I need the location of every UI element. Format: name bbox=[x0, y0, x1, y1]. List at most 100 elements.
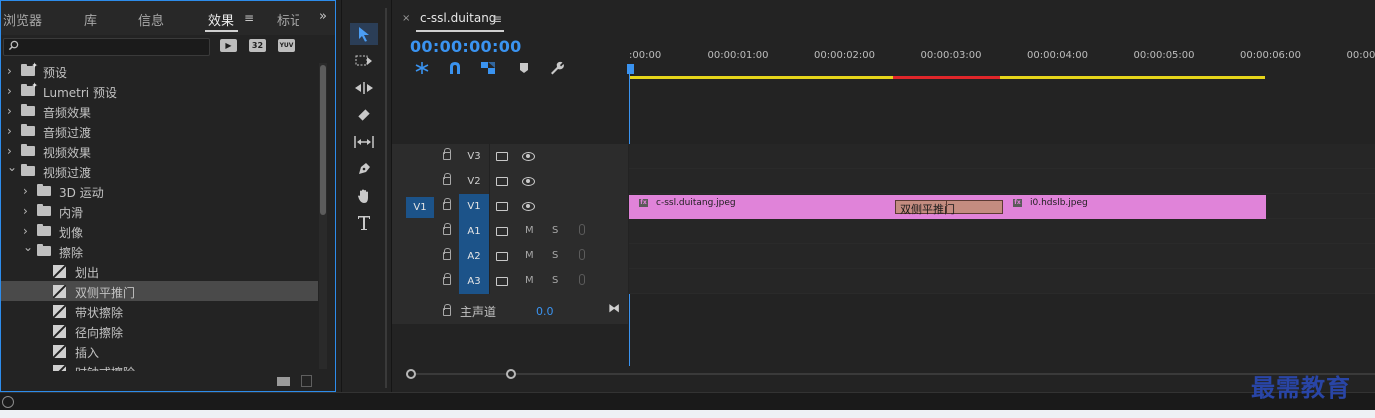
solo-button[interactable]: S bbox=[552, 250, 558, 261]
master-volume-value[interactable]: 0.0 bbox=[536, 305, 554, 318]
tree-item[interactable]: › ✦ 预设 bbox=[1, 61, 318, 81]
tree-item[interactable]: 带状擦除 bbox=[1, 301, 318, 321]
playhead-timecode[interactable]: 00:00:00:00 bbox=[410, 37, 522, 56]
sync-lock-icon[interactable] bbox=[496, 202, 508, 211]
sync-lock-icon[interactable] bbox=[496, 177, 508, 186]
track-target-v2[interactable]: V2 bbox=[459, 169, 489, 194]
tree-item[interactable]: 划出 bbox=[1, 261, 318, 281]
sequence-menu-icon[interactable]: ≡ bbox=[492, 12, 502, 26]
chevron-right-icon[interactable]: › bbox=[7, 64, 12, 78]
sync-lock-icon[interactable] bbox=[496, 252, 508, 261]
track-target-a2[interactable]: A2 bbox=[459, 244, 489, 269]
sync-lock-icon[interactable] bbox=[496, 152, 508, 161]
chevron-right-icon[interactable]: › bbox=[7, 144, 12, 158]
tree-item[interactable]: 插入 bbox=[1, 341, 318, 361]
go-to-end-icon[interactable]: ⧓ bbox=[608, 301, 620, 315]
nest-sequence-icon[interactable] bbox=[414, 61, 430, 75]
tree-item[interactable]: ⌄ 擦除 bbox=[1, 240, 318, 261]
tree-item[interactable]: 时钟式擦除 bbox=[1, 361, 318, 371]
razor-tool[interactable] bbox=[350, 104, 378, 126]
track-lane-a1[interactable] bbox=[629, 219, 1375, 244]
timeline-zoom-scrollbar[interactable] bbox=[406, 369, 1375, 379]
tools-scrollbar[interactable] bbox=[385, 8, 387, 388]
lock-icon[interactable] bbox=[443, 273, 451, 285]
track-target-a3[interactable]: A3 bbox=[459, 269, 489, 294]
lock-icon[interactable] bbox=[443, 148, 451, 160]
tab-browser[interactable]: 浏览器 bbox=[3, 10, 42, 29]
master-lock-icon[interactable] bbox=[443, 304, 451, 316]
add-marker-icon[interactable] bbox=[516, 61, 532, 75]
effects-search-input[interactable] bbox=[3, 38, 210, 56]
tab-markers[interactable]: 标记 bbox=[277, 10, 299, 29]
tab-libraries[interactable]: 库 bbox=[84, 10, 97, 29]
track-lane-a3[interactable] bbox=[629, 269, 1375, 294]
chevron-right-icon[interactable]: › bbox=[7, 84, 12, 98]
microphone-icon[interactable] bbox=[579, 224, 585, 235]
type-tool[interactable] bbox=[350, 212, 378, 234]
trash-icon[interactable] bbox=[301, 375, 312, 387]
track-target-v1[interactable]: V1 bbox=[459, 194, 489, 219]
sync-status-icon[interactable] bbox=[2, 396, 14, 408]
slip-tool[interactable] bbox=[350, 131, 378, 153]
zoom-handle-left[interactable] bbox=[406, 369, 416, 379]
hand-tool[interactable] bbox=[350, 185, 378, 207]
sync-lock-icon[interactable] bbox=[496, 277, 508, 286]
tree-item[interactable]: 双侧平推门 bbox=[1, 281, 318, 301]
tab-effects[interactable]: 效果 bbox=[208, 10, 234, 29]
chevron-down-icon[interactable]: ⌄ bbox=[7, 160, 17, 174]
transition-clip[interactable]: 双侧平推门 bbox=[895, 200, 1003, 216]
zoom-handle-right[interactable] bbox=[506, 369, 516, 379]
tree-item[interactable]: › 视频效果 bbox=[1, 141, 318, 161]
lock-icon[interactable] bbox=[443, 198, 451, 210]
accelerated-effects-filter[interactable]: ▶ bbox=[220, 39, 237, 52]
source-patch-v1[interactable]: V1 bbox=[406, 197, 434, 218]
tree-item[interactable]: › ✦ Lumetri 预设 bbox=[1, 81, 318, 101]
chevron-right-icon[interactable]: › bbox=[23, 224, 28, 238]
sequence-tab[interactable]: c-ssl.duitang bbox=[420, 11, 496, 25]
mute-button[interactable]: M bbox=[525, 250, 534, 261]
track-lane-v3[interactable] bbox=[629, 144, 1375, 169]
track-target-v3[interactable]: V3 bbox=[459, 144, 489, 169]
track-lanes[interactable]: fx c-ssl.duitang.jpeg fx i0.hdslb.jpeg 双… bbox=[629, 144, 1375, 324]
time-ruler[interactable]: :00:00 00:00:01:00 00:00:02:00 00:00:03:00 0… bbox=[627, 44, 1375, 80]
track-lane-v2[interactable] bbox=[629, 169, 1375, 194]
chevron-right-icon[interactable]: › bbox=[7, 124, 12, 138]
linked-selection-icon[interactable] bbox=[480, 61, 496, 75]
chevron-down-icon[interactable]: ⌄ bbox=[23, 240, 33, 254]
new-bin-icon[interactable] bbox=[277, 377, 290, 386]
tree-item[interactable]: 径向擦除 bbox=[1, 321, 318, 341]
lock-icon[interactable] bbox=[443, 248, 451, 260]
tree-item[interactable]: › 音频效果 bbox=[1, 101, 318, 121]
tab-overflow-icon[interactable]: » bbox=[319, 9, 327, 24]
effects-scrollbar-thumb[interactable] bbox=[320, 65, 326, 215]
tab-info[interactable]: 信息 bbox=[138, 10, 164, 29]
tree-item[interactable]: › 音频过渡 bbox=[1, 121, 318, 141]
chevron-right-icon[interactable]: › bbox=[7, 104, 12, 118]
chevron-right-icon[interactable]: › bbox=[23, 184, 28, 198]
tree-item[interactable]: › 划像 bbox=[1, 221, 318, 241]
mute-button[interactable]: M bbox=[525, 225, 534, 236]
mute-button[interactable]: M bbox=[525, 275, 534, 286]
track-select-tool[interactable] bbox=[350, 50, 378, 72]
yuv-effects-filter[interactable]: YUV bbox=[278, 39, 295, 52]
chevron-right-icon[interactable]: › bbox=[23, 204, 28, 218]
eye-icon[interactable] bbox=[522, 152, 535, 161]
track-target-a1[interactable]: A1 bbox=[459, 219, 489, 244]
eye-icon[interactable] bbox=[522, 177, 535, 186]
solo-button[interactable]: S bbox=[552, 225, 558, 236]
eye-icon[interactable] bbox=[522, 202, 535, 211]
tree-item[interactable]: › 3D 运动 bbox=[1, 181, 318, 201]
panel-menu-icon[interactable]: ≡ bbox=[244, 11, 254, 25]
microphone-icon[interactable] bbox=[579, 249, 585, 260]
tree-item[interactable]: › 内滑 bbox=[1, 201, 318, 221]
selection-tool[interactable] bbox=[350, 23, 378, 45]
lock-icon[interactable] bbox=[443, 223, 451, 235]
32bit-effects-filter[interactable]: 32 bbox=[249, 39, 266, 52]
zoom-scroll-track[interactable] bbox=[406, 373, 1375, 375]
close-sequence-icon[interactable]: × bbox=[402, 13, 410, 24]
track-lane-a2[interactable] bbox=[629, 244, 1375, 269]
pen-tool[interactable] bbox=[350, 158, 378, 180]
wrench-settings-icon[interactable] bbox=[549, 61, 565, 75]
microphone-icon[interactable] bbox=[579, 274, 585, 285]
snap-magnet-icon[interactable] bbox=[447, 61, 463, 75]
